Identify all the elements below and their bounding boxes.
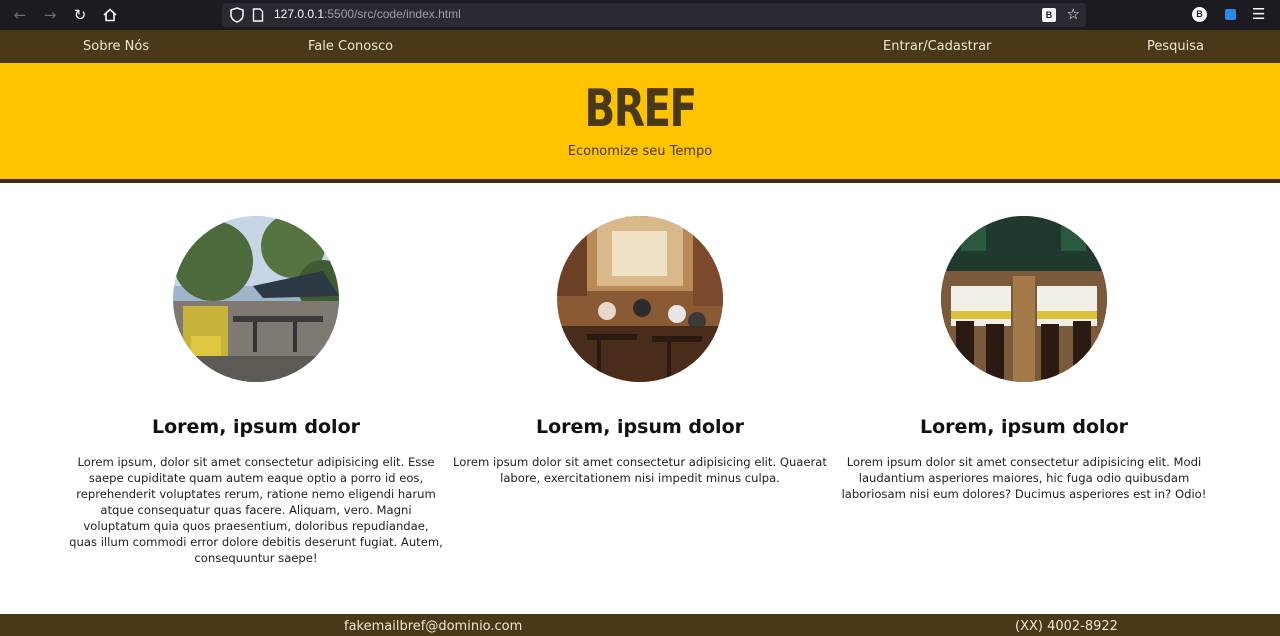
footer-phone: (XX) 4002-8922	[1015, 619, 1118, 634]
card-text: Lorem ipsum, dolor sit amet consectetur …	[69, 455, 443, 565]
tagline: Economize seu Tempo	[567, 144, 713, 159]
card-title: Lorem, ipsum dolor	[536, 416, 744, 438]
brand-title: BREF	[584, 79, 697, 139]
reader-icon[interactable]: B	[1042, 8, 1056, 22]
url-host: 127.0.0.1	[274, 7, 325, 21]
url-bar[interactable]: 127.0.0.1:5500/src/code/index.html B ☆	[222, 3, 1086, 27]
nav-link-fale-conosco[interactable]: Fale Conosco	[308, 39, 393, 54]
home-icon[interactable]	[100, 5, 120, 25]
page-icon[interactable]	[252, 8, 264, 22]
nav-link-sobre-nos[interactable]: Sobre Nós	[83, 39, 149, 54]
dining-hall-photo	[941, 216, 1107, 382]
extension-icon[interactable]: B	[1192, 7, 1207, 22]
url-text[interactable]: 127.0.0.1:5500/src/code/index.html	[274, 7, 461, 21]
outdoor-patio-photo	[173, 216, 339, 382]
site-navbar: Sobre Nós Fale Conosco Entrar/Cadastrar …	[0, 30, 1280, 63]
feature-card: Lorem, ipsum dolor Lorem ipsum dolor sit…	[448, 216, 832, 486]
shield-icon[interactable]	[230, 7, 244, 23]
url-path: :5500/src/code/index.html	[324, 7, 461, 21]
card-text: Lorem ipsum dolor sit amet consectetur a…	[453, 455, 827, 485]
footer-email[interactable]: fakemailbref@dominio.com	[344, 619, 522, 634]
card-text: Lorem ipsum dolor sit amet consectetur a…	[841, 455, 1207, 501]
indoor-restaurant-photo	[557, 216, 723, 382]
card-title: Lorem, ipsum dolor	[920, 416, 1128, 438]
header-divider	[0, 179, 1280, 183]
feature-card: Lorem, ipsum dolor Lorem ipsum, dolor si…	[64, 216, 448, 566]
site-footer: fakemailbref@dominio.com (XX) 4002-8922	[0, 614, 1280, 636]
reload-icon[interactable]: ↻	[70, 5, 90, 25]
hero-banner: BREF Economize seu Tempo	[0, 63, 1280, 179]
extension-icon[interactable]	[1225, 9, 1236, 20]
feature-card: Lorem, ipsum dolor Lorem ipsum dolor sit…	[832, 216, 1216, 502]
card-title: Lorem, ipsum dolor	[152, 416, 360, 438]
star-icon[interactable]: ☆	[1067, 5, 1080, 23]
menu-icon[interactable]: ☰	[1252, 5, 1265, 23]
nav-link-pesquisa[interactable]: Pesquisa	[1147, 39, 1204, 54]
back-arrow-icon[interactable]: ←	[10, 5, 30, 25]
nav-link-entrar-cadastrar[interactable]: Entrar/Cadastrar	[883, 39, 991, 54]
browser-toolbar: ← → ↻ 127.0.0.1:5500/src/code/index.html…	[0, 0, 1280, 30]
forward-arrow-icon[interactable]: →	[40, 5, 60, 25]
